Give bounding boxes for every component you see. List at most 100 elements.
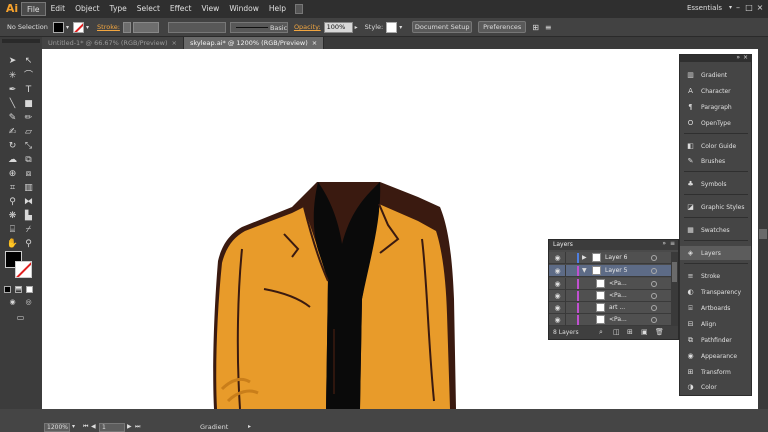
clipping-mask-icon[interactable]: ◫ [613,328,620,336]
panel-menu-icon[interactable]: ≡ [545,23,552,32]
layer-row[interactable]: ◉ <Pa... [549,278,671,290]
scrollbar-thumb[interactable] [672,262,677,282]
draw-behind-icon[interactable]: ◎ [22,297,35,308]
eraser-tool-icon[interactable]: ▱ [22,127,35,138]
pen-tool-icon[interactable]: ✒ [6,85,19,96]
last-artboard-icon[interactable]: ⏭ [135,423,140,431]
direct-selection-tool-icon[interactable]: ↖ [22,56,35,67]
lock-column[interactable] [565,290,566,302]
lock-column[interactable] [565,265,566,277]
menu-window[interactable]: Window [224,2,264,16]
target-circle-icon[interactable] [651,255,657,261]
panel-stroke[interactable]: ≡ Stroke [680,269,751,283]
collapse-icon[interactable]: » [662,240,666,247]
stroke-color-box[interactable] [15,261,32,278]
chevron-down-icon[interactable]: ▾ [399,24,402,31]
fill-swatch[interactable] [53,21,64,33]
lasso-tool-icon[interactable]: ⌒ [22,71,35,82]
visibility-eye-icon[interactable]: ◉ [553,254,562,262]
panel-symbols[interactable]: ♣ Symbols [680,177,751,191]
arrange-icon[interactable]: ⊞ [532,23,539,32]
artboard-canvas[interactable] [42,49,758,409]
panel-align[interactable]: ⊟ Align [680,317,751,331]
target-circle-icon[interactable] [651,281,657,287]
dock-header[interactable]: » × [680,54,751,62]
gradient-mode-icon[interactable] [15,286,22,293]
collapse-icon[interactable]: » [736,54,740,61]
chevron-right-icon[interactable]: ▸ [248,423,251,430]
blend-tool-icon[interactable]: ⧓ [22,197,35,208]
maximize-icon[interactable]: □ [744,3,754,13]
workspace-switcher[interactable]: Essentials [687,4,722,12]
menu-effect[interactable]: Effect [165,2,197,16]
chevron-down-icon[interactable]: ▾ [72,423,75,430]
panel-appearance[interactable]: ◉ Appearance [680,349,751,363]
eyedropper-tool-icon[interactable]: ⚲ [6,197,19,208]
panel-transparency[interactable]: ◐ Transparency [680,285,751,299]
panel-layers[interactable]: ◈ Layers [680,246,751,260]
panel-artboards[interactable]: ⌸ Artboards [680,301,751,315]
free-transform-tool-icon[interactable]: ⧉ [22,155,35,166]
brush-definition-dropdown[interactable]: Basic [229,21,288,33]
visibility-eye-icon[interactable]: ◉ [553,267,562,275]
menu-help[interactable]: Help [264,2,291,16]
type-tool-icon[interactable]: T [22,85,35,96]
hand-tool-icon[interactable]: ✋ [6,239,19,250]
tab-skyleap[interactable]: skyleap.ai* @ 1200% (RGB/Preview) × [183,37,325,49]
opacity-field[interactable]: 100% [323,21,353,33]
first-artboard-icon[interactable]: ⏮ [83,423,88,431]
lock-column[interactable] [565,252,566,264]
panel-gradient[interactable]: ▥ Gradient [680,68,751,82]
layer-name[interactable]: <Pa... [609,316,627,323]
panel-paragraph[interactable]: ¶ Paragraph [680,100,751,114]
color-mode-icon[interactable] [4,286,11,293]
visibility-eye-icon[interactable]: ◉ [553,304,562,312]
target-circle-icon[interactable] [651,268,657,274]
panel-menu-icon[interactable]: ≡ [670,240,675,247]
close-icon[interactable]: × [312,39,317,47]
warp-tool-icon[interactable]: ☁ [6,155,19,166]
zoom-level-field[interactable]: 1200% [44,423,70,432]
screen-mode-icon[interactable]: ▭ [14,312,27,323]
minimize-icon[interactable]: – [733,3,743,13]
target-circle-icon[interactable] [651,305,657,311]
chevron-right-icon[interactable]: ▸ [355,24,358,31]
panel-graphic-styles[interactable]: ◪ Graphic Styles [680,200,751,214]
panel-swatches[interactable]: ▦ Swatches [680,223,751,237]
tab-untitled-1[interactable]: Untitled-1* @ 66.67% (RGB/Preview) × [42,37,184,49]
toolbar-grip[interactable] [2,39,40,43]
lock-column[interactable] [565,314,566,326]
locate-object-icon[interactable]: ⌕ [599,328,603,337]
scale-tool-icon[interactable]: ⤡ [22,141,35,152]
lock-column[interactable] [565,278,566,290]
stroke-label[interactable]: Stroke: [97,23,120,31]
visibility-eye-icon[interactable]: ◉ [553,316,562,324]
visibility-eye-icon[interactable]: ◉ [553,280,562,288]
stroke-weight-field[interactable] [132,21,159,33]
menu-select[interactable]: Select [132,2,165,16]
artboard-number-field[interactable]: 1 [99,423,125,432]
menu-object[interactable]: Object [70,2,104,16]
lock-column[interactable] [565,302,566,314]
layer-name[interactable]: art ... [609,304,625,311]
new-layer-icon[interactable]: ▣ [641,328,648,336]
rectangle-tool-icon[interactable]: ■ [22,99,35,110]
layer-row[interactable]: ◉ art ... [549,302,671,314]
layer-name[interactable]: <Pa... [609,280,627,287]
layer-name[interactable]: Layer 5 [605,267,627,274]
selection-tool-icon[interactable]: ➤ [6,56,19,67]
scrollbar-thumb[interactable] [759,229,767,239]
visibility-eye-icon[interactable]: ◉ [553,292,562,300]
stroke-swatch[interactable] [73,21,85,33]
panel-pathfinder[interactable]: ⧉ Pathfinder [680,333,751,347]
expand-triangle-icon[interactable]: ▶ [582,254,587,261]
panel-character[interactable]: A Character [680,84,751,98]
line-tool-icon[interactable]: ╲ [6,99,19,110]
bridge-icon[interactable] [295,4,303,14]
panel-brushes[interactable]: ✎ Brushes [680,154,751,168]
panel-opentype[interactable]: O OpenType [680,116,751,130]
draw-normal-icon[interactable]: ◉ [6,297,19,308]
chevron-down-icon[interactable]: ▾ [729,4,732,11]
layer-name[interactable]: Layer 6 [605,254,627,261]
gradient-tool-icon[interactable]: ▥ [22,183,35,194]
